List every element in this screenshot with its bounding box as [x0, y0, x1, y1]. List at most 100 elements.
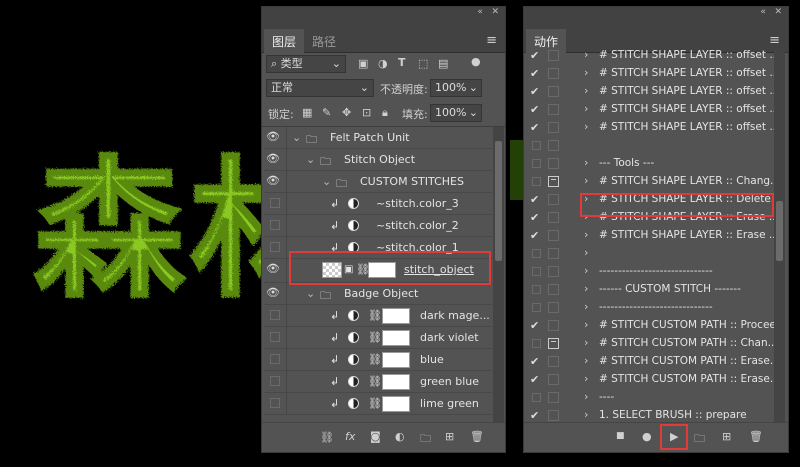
filter-toggle-icon[interactable]: ●	[471, 55, 481, 68]
action-row[interactable]: › ------ CUSTOM STITCH -------	[526, 281, 774, 299]
dialog-toggle[interactable]	[548, 356, 559, 367]
visibility-toggle[interactable]	[270, 332, 280, 342]
dialog-toggle[interactable]	[548, 320, 559, 331]
chevron-right-icon[interactable]: ›	[584, 336, 588, 349]
blend-mode-select[interactable]: 正常 ⌄	[266, 79, 374, 97]
chevron-right-icon[interactable]: ›	[584, 174, 588, 187]
action-row[interactable]: › --- Tools ---	[526, 155, 774, 173]
new-adjustment-icon[interactable]: ◐	[395, 430, 405, 443]
visibility-toggle[interactable]	[270, 198, 280, 208]
chevron-right-icon[interactable]: ›	[584, 390, 588, 403]
check-icon[interactable]: ✔	[530, 67, 539, 80]
action-row[interactable]: ✔ › # STITCH SHAPE LAYER :: offset ...	[526, 101, 779, 119]
toggle-checkbox[interactable]	[532, 393, 541, 402]
panel-collapse-bar[interactable]: « ✕	[524, 7, 788, 19]
shape-filter-icon[interactable]: ⬚	[418, 57, 428, 70]
new-group-icon[interactable]: 🗀︎	[420, 430, 431, 449]
chevron-right-icon[interactable]: ›	[584, 354, 588, 367]
panel-menu-icon[interactable]: ≡	[486, 33, 497, 48]
layer-row[interactable]: 👁︎ ⌄ 🗀︎ Stitch Object	[264, 149, 492, 171]
action-row[interactable]: › ----	[526, 389, 774, 407]
link-layers-icon[interactable]: ⛓︎	[320, 431, 334, 444]
check-icon[interactable]: ✔	[530, 409, 539, 422]
dialog-toggle[interactable]	[548, 248, 559, 259]
check-icon[interactable]: ✔	[530, 229, 539, 242]
check-icon[interactable]: ✔	[530, 103, 539, 116]
dialog-toggle[interactable]	[548, 284, 559, 295]
action-row[interactable]: ✔ › # STITCH SHAPE LAYER :: offset ...	[526, 47, 779, 65]
dialog-toggle[interactable]	[548, 230, 559, 241]
layer-row[interactable]: ↲ ⛓︎ dark violet	[264, 327, 492, 349]
new-layer-icon[interactable]: ⊞	[445, 430, 454, 443]
toggle-checkbox[interactable]	[532, 177, 541, 186]
toggle-checkbox[interactable]	[532, 159, 541, 168]
toggle-checkbox[interactable]	[532, 141, 541, 150]
type-filter-icon[interactable]: T	[398, 56, 406, 69]
layer-row[interactable]: ↲ ⛓︎ lime green	[264, 393, 492, 415]
chevron-right-icon[interactable]: ›	[584, 156, 588, 169]
record-icon[interactable]: ●	[642, 430, 652, 443]
chevron-right-icon[interactable]: ›	[584, 120, 588, 133]
visibility-toggle[interactable]	[270, 354, 280, 364]
dialog-toggle[interactable]	[548, 104, 559, 115]
action-row[interactable]: ✔ › # STITCH CUSTOM PATH :: Erase...	[526, 353, 780, 371]
visibility-toggle[interactable]	[270, 310, 280, 320]
panel-menu-icon[interactable]: ≡	[769, 33, 780, 48]
actions-scroll-thumb[interactable]	[776, 201, 783, 261]
dialog-toggle[interactable]	[548, 374, 559, 385]
check-icon[interactable]: ✔	[530, 85, 539, 98]
action-row[interactable]: ✔ › 1. SELECT BRUSH :: prepare	[526, 407, 774, 423]
image-filter-icon[interactable]: ▣	[358, 57, 368, 70]
dialog-toggle[interactable]	[548, 140, 559, 151]
action-row[interactable]: ›	[526, 245, 774, 263]
check-icon[interactable]: ✔	[530, 211, 539, 224]
check-icon[interactable]: ✔	[530, 373, 539, 386]
check-icon[interactable]: ✔	[530, 49, 539, 62]
smart-object-filter-icon[interactable]: ▤	[438, 57, 448, 70]
layer-row[interactable]: ↲ ⛓︎ blue	[264, 349, 492, 371]
toggle-checkbox[interactable]	[532, 339, 541, 348]
chevron-right-icon[interactable]: ›	[584, 318, 588, 331]
dialog-toggle[interactable]	[548, 122, 559, 133]
panel-collapse-bar[interactable]: « ✕	[262, 7, 505, 19]
dialog-toggle[interactable]	[548, 410, 559, 421]
add-mask-icon[interactable]: ◙	[370, 430, 381, 443]
action-row[interactable]: › ------------------------------	[526, 299, 774, 317]
new-action-icon[interactable]: ⊞	[722, 430, 731, 443]
chevron-right-icon[interactable]: ›	[584, 102, 588, 115]
action-row[interactable]: › # STITCH SHAPE LAYER :: Chang...	[526, 173, 780, 191]
layer-row[interactable]: 👁︎ ⌄ 🗀︎ Badge Object	[264, 283, 492, 305]
chevron-right-icon[interactable]: ›	[584, 372, 588, 385]
toggle-checkbox[interactable]	[532, 249, 541, 258]
action-row[interactable]: ✔ › # STITCH SHAPE LAYER :: Erase ...	[526, 227, 779, 245]
layer-row[interactable]: ↲ ⛓︎ dark mage...	[264, 305, 492, 327]
chevron-right-icon[interactable]: ›	[584, 228, 588, 241]
tab-paths[interactable]: 路径	[304, 29, 344, 53]
opacity-field[interactable]: 100% ⌄	[430, 79, 482, 97]
dialog-icon[interactable]	[548, 176, 559, 187]
dialog-toggle[interactable]	[548, 266, 559, 277]
dialog-toggle[interactable]	[548, 212, 559, 223]
lock-transparent-icon[interactable]: ▦	[302, 106, 312, 119]
visibility-eye-icon[interactable]: 👁︎	[266, 174, 282, 187]
lock-image-icon[interactable]: ✎	[322, 106, 331, 119]
adjustment-filter-icon[interactable]: ◑	[378, 57, 388, 70]
visibility-toggle[interactable]	[270, 242, 280, 252]
dialog-toggle[interactable]	[548, 68, 559, 79]
actions-scrollbar[interactable]	[774, 51, 785, 423]
visibility-toggle[interactable]	[270, 220, 280, 230]
dialog-toggle[interactable]	[548, 50, 559, 61]
chevron-right-icon[interactable]: ›	[584, 84, 588, 97]
check-icon[interactable]: ✔	[530, 319, 539, 332]
layer-row[interactable]: ↲ ~stitch.color_3	[264, 193, 492, 215]
dialog-toggle[interactable]	[548, 86, 559, 97]
check-icon[interactable]: ✔	[530, 355, 539, 368]
chevron-down-icon[interactable]: ⌄	[306, 153, 315, 166]
layer-row[interactable]: ↲ ⛓︎ green blue	[264, 371, 492, 393]
dialog-toggle[interactable]	[548, 194, 559, 205]
visibility-eye-icon[interactable]: 👁︎	[266, 130, 282, 143]
action-row[interactable]: › # STITCH CUSTOM PATH :: Chan...	[526, 335, 778, 353]
new-set-icon[interactable]: 🗀︎	[694, 430, 705, 449]
tab-layers[interactable]: 图层	[264, 29, 305, 53]
chevron-down-icon[interactable]: ⌄	[292, 131, 301, 144]
